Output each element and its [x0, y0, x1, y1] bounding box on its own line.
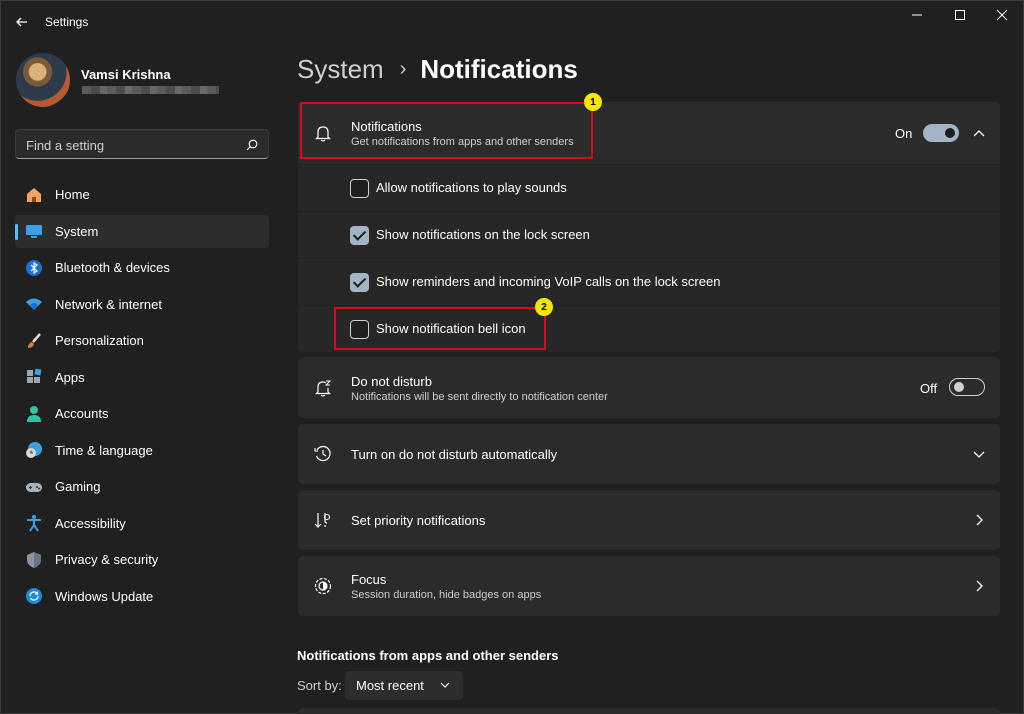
- sidebar-item-gaming[interactable]: Gaming: [15, 470, 269, 503]
- accounts-icon: [25, 405, 43, 423]
- sort-dropdown[interactable]: Most recent: [345, 671, 463, 700]
- chevron-right-icon[interactable]: [972, 579, 986, 593]
- apps-icon: [25, 368, 43, 386]
- annotation-badge-1: 1: [584, 93, 602, 111]
- app-title: Settings: [45, 15, 89, 29]
- snooze-bell-icon: [312, 377, 334, 399]
- sidebar-item-windows-update[interactable]: Windows Update: [15, 580, 269, 613]
- system-icon: [25, 222, 43, 240]
- sidebar-item-label: Bluetooth & devices: [55, 260, 170, 275]
- annotation-badge-2: 2: [535, 298, 553, 316]
- priority-title: Set priority notifications: [351, 513, 486, 528]
- focus-icon: [312, 575, 334, 597]
- sidebar-item-privacy-security[interactable]: Privacy & security: [15, 543, 269, 576]
- dnd-auto-title: Turn on do not disturb automatically: [351, 447, 558, 462]
- sidebar-item-accounts[interactable]: Accounts: [15, 397, 269, 430]
- update-icon: [25, 587, 43, 605]
- chevron-right-icon[interactable]: [972, 513, 986, 527]
- option-label: Allow notifications to play sounds: [376, 180, 567, 195]
- annotation-box-2: [334, 307, 546, 350]
- sidebar-item-time-language[interactable]: Time & language: [15, 434, 269, 467]
- focus-subtitle: Session duration, hide badges on apps: [351, 589, 542, 601]
- page-title: Notifications: [420, 53, 578, 84]
- do-not-disturb-card[interactable]: Do not disturb Notifications will be sen…: [298, 357, 1000, 418]
- clock-icon: [312, 443, 334, 465]
- minimize-button[interactable]: [897, 4, 937, 26]
- minimize-icon: [912, 14, 922, 16]
- sidebar-nav: Home System Bluetooth & devices Network …: [15, 178, 269, 616]
- option-label: Show reminders and incoming VoIP calls o…: [376, 274, 721, 289]
- search-icon: [246, 139, 258, 151]
- chevron-down-icon: [440, 682, 450, 688]
- wifi-icon: [25, 295, 43, 313]
- app-list-card: [298, 708, 1000, 714]
- sidebar-item-accessibility[interactable]: Accessibility: [15, 507, 269, 540]
- bluetooth-icon: [25, 259, 43, 277]
- breadcrumb-parent[interactable]: System: [297, 54, 384, 85]
- sounds-checkbox[interactable]: [350, 179, 369, 198]
- priority-notifications-card[interactable]: Set priority notifications: [298, 490, 1000, 550]
- maximize-button[interactable]: [940, 4, 980, 26]
- brush-icon: [25, 332, 43, 350]
- sidebar-item-label: System: [55, 223, 99, 239]
- sidebar-item-label: Home: [55, 187, 90, 202]
- option-row-lock-screen: Show notifications on the lock screen: [298, 212, 1000, 258]
- sidebar-item-system[interactable]: System: [15, 214, 269, 248]
- search-placeholder: Find a setting: [26, 138, 105, 153]
- option-row-voip: Show reminders and incoming VoIP calls o…: [298, 259, 1000, 305]
- sidebar-item-label: Time & language: [55, 442, 153, 458]
- sidebar-item-label: Personalization: [55, 333, 144, 348]
- sort-value: Most recent: [356, 678, 424, 693]
- sidebar-item-apps[interactable]: Apps: [15, 361, 269, 394]
- search-input[interactable]: Find a setting: [15, 129, 269, 159]
- annotation-box-1: [300, 102, 593, 159]
- clock-globe-icon: [25, 441, 43, 459]
- breadcrumb: System › Notifications: [297, 52, 578, 86]
- chevron-down-icon[interactable]: [972, 447, 986, 461]
- accessibility-icon: [25, 514, 43, 532]
- title-bar: Settings: [0, 0, 1024, 40]
- home-icon: [25, 186, 43, 204]
- dnd-toggle-state: Off: [920, 381, 938, 396]
- sidebar-item-label: Apps: [55, 369, 85, 385]
- close-icon: [996, 9, 1008, 21]
- dnd-toggle[interactable]: [949, 378, 985, 396]
- sidebar-item-label: Accounts: [55, 406, 109, 421]
- focus-title: Focus: [351, 572, 387, 587]
- close-button[interactable]: [982, 4, 1022, 26]
- breadcrumb-separator: ›: [399, 57, 407, 80]
- sidebar-item-home[interactable]: Home: [15, 178, 269, 211]
- sidebar-item-label: Privacy & security: [55, 552, 159, 567]
- dnd-automatic-card[interactable]: Turn on do not disturb automatically: [298, 424, 1000, 484]
- sort-label: Sort by:: [297, 678, 342, 693]
- dnd-subtitle: Notifications will be sent directly to n…: [351, 391, 608, 403]
- sort-priority-icon: [312, 509, 334, 531]
- dnd-title: Do not disturb: [351, 374, 432, 389]
- lock-screen-checkbox[interactable]: [350, 226, 369, 245]
- sidebar-item-label: Gaming: [55, 479, 101, 494]
- sidebar-item-label: Network & internet: [55, 296, 162, 312]
- sidebar-item-personalization[interactable]: Personalization: [15, 324, 269, 357]
- notifications-toggle-state: On: [895, 126, 913, 141]
- redacted-email: [82, 86, 219, 94]
- sidebar-item-label: Windows Update: [55, 588, 154, 604]
- gamepad-icon: [25, 478, 43, 496]
- maximize-icon: [955, 10, 965, 20]
- option-label: Show notifications on the lock screen: [376, 227, 590, 242]
- chevron-up-icon[interactable]: [972, 126, 986, 140]
- back-button[interactable]: [12, 12, 32, 32]
- notifications-toggle[interactable]: [923, 124, 959, 142]
- sidebar-item-label: Accessibility: [55, 515, 126, 531]
- avatar[interactable]: [16, 53, 70, 107]
- option-row-sounds: Allow notifications to play sounds: [298, 165, 1000, 211]
- sidebar-item-bluetooth[interactable]: Bluetooth & devices: [15, 251, 269, 284]
- sidebar-item-network[interactable]: Network & internet: [15, 288, 269, 321]
- apps-section-heading: Notifications from apps and other sender…: [297, 648, 559, 663]
- shield-icon: [25, 551, 43, 569]
- focus-card[interactable]: Focus Session duration, hide badges on a…: [298, 556, 1000, 616]
- back-arrow-icon: [16, 17, 27, 27]
- profile-name: Vamsi Krishna: [81, 67, 171, 82]
- voip-checkbox[interactable]: [350, 273, 369, 292]
